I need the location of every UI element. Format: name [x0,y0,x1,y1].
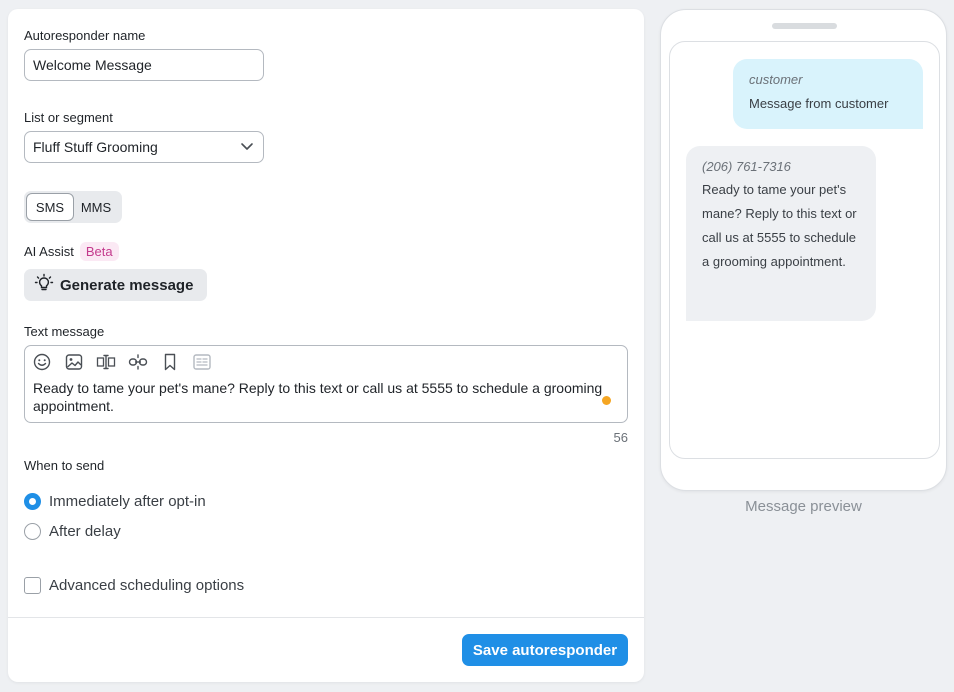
message-preview-label: Message preview [745,498,862,515]
customer-message-bubble: customer Message from customer [733,59,923,129]
radio-after-delay-label: After delay [49,523,121,540]
name-label: Autoresponder name [24,28,146,43]
link-icon[interactable] [127,352,149,372]
sms-option[interactable]: SMS [26,193,74,221]
list-label: List or segment [24,110,113,125]
text-field-icon[interactable] [95,352,117,372]
phone-screen: customer Message from customer (206) 761… [669,41,940,459]
footer-divider [8,617,644,618]
phone-preview: customer Message from customer (206) 761… [660,9,947,491]
image-icon[interactable] [63,352,85,372]
beta-badge: Beta [79,242,119,261]
save-autoresponder-button[interactable]: Save autoresponder [462,634,628,666]
editor-toolbar [31,352,213,372]
message-type-toggle: SMS MMS [24,191,122,223]
lightbulb-icon [34,273,54,297]
list-select[interactable]: Fluff Stuff Grooming [24,131,264,163]
chevron-down-icon [239,138,255,157]
reply-message-bubble: (206) 761-7316 Ready to tame your pet's … [686,146,876,321]
autoresponder-form-panel: Autoresponder name List or segment Fluff… [8,9,644,682]
ai-assist-label: AI Assist [24,244,74,259]
contact-card-icon[interactable] [191,352,213,372]
customer-name: customer [749,72,803,87]
when-to-send-label: When to send [24,458,105,473]
phone-notch [772,23,837,29]
radio-immediately-after-opt-in[interactable]: Immediately after opt-in [24,493,206,510]
status-dot [602,396,611,405]
advanced-scheduling-checkbox[interactable] [24,577,41,594]
emoji-icon[interactable] [31,352,53,372]
advanced-scheduling-label: Advanced scheduling options [49,577,245,594]
autoresponder-name-input[interactable] [24,49,264,81]
character-count: 56 [613,430,628,445]
radio-immediately-label: Immediately after opt-in [49,493,206,510]
advanced-scheduling-checkbox-row[interactable]: Advanced scheduling options [24,577,244,594]
radio-after-delay[interactable]: After delay [24,523,121,540]
reply-message-text: Ready to tame your pet's mane? Reply to … [702,182,857,269]
generate-message-label: Generate message [60,276,194,294]
radio-button-checked[interactable] [24,493,41,510]
text-message-label: Text message [24,324,105,339]
generate-message-button[interactable]: Generate message [24,269,207,301]
customer-message-text: Message from customer [749,96,889,111]
list-select-value: Fluff Stuff Grooming [33,139,158,155]
text-message-content[interactable]: Ready to tame your pet's mane? Reply to … [33,379,608,415]
ai-assist-row: AI Assist Beta [24,242,119,261]
text-message-editor[interactable]: Ready to tame your pet's mane? Reply to … [24,345,628,423]
bookmark-icon[interactable] [159,352,181,372]
radio-button-unchecked[interactable] [24,523,41,540]
sender-number: (206) 761-7316 [702,159,791,174]
mms-option[interactable]: MMS [74,193,118,221]
